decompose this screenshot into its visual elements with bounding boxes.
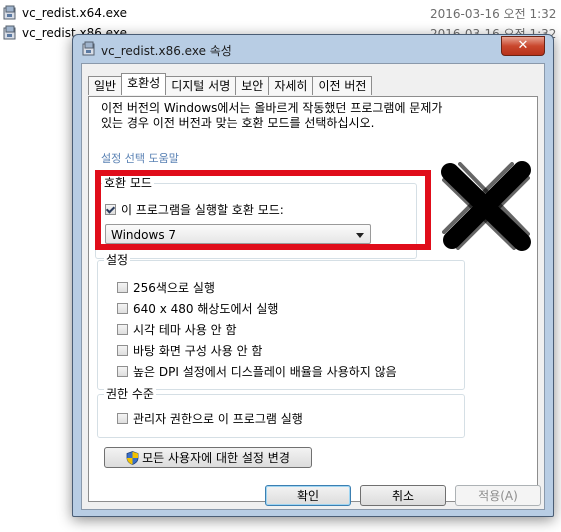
compat-mode-select[interactable]: Windows 7 bbox=[105, 224, 371, 244]
setting-checkbox[interactable] bbox=[117, 324, 128, 335]
button-label: 취소 bbox=[391, 489, 415, 503]
compat-mode-checkbox-row[interactable]: 이 프로그램을 실행할 호환 모드: bbox=[105, 201, 284, 218]
dialog-title: vc_redist.x86.exe 속성 bbox=[101, 44, 232, 58]
cancel-button[interactable]: 취소 bbox=[360, 485, 446, 506]
file-name: vc_redist.x64.exe bbox=[22, 6, 127, 20]
setting-option[interactable]: 높은 DPI 설정에서 디스플레이 배율을 사용하지 않음 bbox=[117, 363, 397, 380]
tab-strip: 일반 호환성 디지털 서명 보안 자세히 이전 버전 bbox=[88, 73, 373, 96]
properties-dialog: vc_redist.x86.exe 속성 ✕ 일반 호환성 디지털 서명 보안 … bbox=[72, 34, 554, 517]
compatibility-panel: 이전 버전의 Windows에서는 올바르게 작동했던 프로그램에 문제가 있는… bbox=[88, 96, 538, 502]
setting-option[interactable]: 640 x 480 해상도에서 실행 bbox=[117, 300, 278, 317]
setting-option[interactable]: 시각 테마 사용 안 함 bbox=[117, 321, 237, 338]
group-title: 설정 bbox=[104, 253, 131, 267]
checkbox-label: 높은 DPI 설정에서 디스플레이 배율을 사용하지 않음 bbox=[133, 365, 397, 379]
group-title: 권한 수준 bbox=[104, 387, 156, 401]
run-as-admin-row[interactable]: 관리자 권한으로 이 프로그램 실행 bbox=[117, 410, 303, 427]
tab-security[interactable]: 보안 bbox=[235, 76, 270, 95]
description-line: 이전 버전의 Windows에서는 올바르게 작동했던 프로그램에 문제가 bbox=[101, 101, 443, 115]
checkbox-label: 시각 테마 사용 안 함 bbox=[133, 323, 237, 337]
tab-details[interactable]: 자세히 bbox=[268, 76, 314, 95]
setting-option[interactable]: 256색으로 실행 bbox=[117, 279, 215, 296]
tab-general[interactable]: 일반 bbox=[88, 76, 123, 95]
tab-compatibility[interactable]: 호환성 bbox=[121, 73, 167, 95]
tab-digital-signatures[interactable]: 디지털 서명 bbox=[165, 76, 237, 95]
setting-checkbox[interactable] bbox=[117, 345, 128, 356]
button-label: 적용(A) bbox=[478, 489, 518, 503]
installer-file-icon bbox=[2, 5, 18, 21]
file-date: 2016-03-16 오전 1:32 bbox=[430, 6, 557, 21]
compat-mode-group: 호환 모드 bbox=[95, 176, 417, 259]
ok-button[interactable]: 확인 bbox=[265, 485, 351, 506]
tab-previous-versions[interactable]: 이전 버전 bbox=[312, 76, 373, 95]
checkbox-label: 바탕 화면 구성 사용 안 함 bbox=[133, 344, 263, 358]
compatibility-description: 이전 버전의 Windows에서는 올바르게 작동했던 프로그램에 문제가 있는… bbox=[101, 101, 521, 131]
title-bar[interactable]: vc_redist.x86.exe 속성 ✕ bbox=[73, 35, 553, 63]
dropdown-arrow-icon bbox=[356, 233, 364, 238]
uac-shield-icon bbox=[126, 450, 139, 465]
checkbox-label: 640 x 480 해상도에서 실행 bbox=[133, 302, 279, 316]
select-value: Windows 7 bbox=[111, 228, 177, 242]
setting-checkbox[interactable] bbox=[117, 282, 128, 293]
description-line: 있는 경우 이전 버전과 맞는 호환 모드를 선택하십시오. bbox=[101, 116, 375, 130]
change-settings-all-users-button[interactable]: 모든 사용자에 대한 설정 변경 bbox=[104, 447, 312, 468]
button-label: 확인 bbox=[296, 489, 320, 503]
installer-file-icon bbox=[81, 41, 97, 57]
file-row-x64[interactable]: vc_redist.x64.exe 2016-03-16 오전 1:32 bbox=[0, 4, 561, 22]
close-icon: ✕ bbox=[517, 38, 529, 53]
setting-option[interactable]: 바탕 화면 구성 사용 안 함 bbox=[117, 342, 262, 359]
group-title: 호환 모드 bbox=[102, 176, 154, 190]
setting-checkbox[interactable] bbox=[117, 366, 128, 377]
checkbox-label: 관리자 권한으로 이 프로그램 실행 bbox=[133, 412, 303, 426]
compat-mode-checkbox[interactable] bbox=[105, 204, 116, 215]
apply-button[interactable]: 적용(A) bbox=[455, 485, 541, 506]
help-link[interactable]: 설정 선택 도움말 bbox=[101, 150, 179, 166]
checkbox-label: 256색으로 실행 bbox=[133, 281, 215, 295]
run-as-admin-checkbox[interactable] bbox=[117, 413, 128, 424]
button-label: 모든 사용자에 대한 설정 변경 bbox=[142, 451, 290, 465]
checkbox-label: 이 프로그램을 실행할 호환 모드: bbox=[121, 203, 284, 217]
cross-mark-icon bbox=[441, 161, 531, 251]
setting-checkbox[interactable] bbox=[117, 303, 128, 314]
dialog-client-area: 일반 호환성 디지털 서명 보안 자세히 이전 버전 이전 버전의 Window… bbox=[81, 63, 545, 510]
installer-file-icon bbox=[2, 25, 18, 41]
close-button[interactable]: ✕ bbox=[501, 36, 545, 56]
